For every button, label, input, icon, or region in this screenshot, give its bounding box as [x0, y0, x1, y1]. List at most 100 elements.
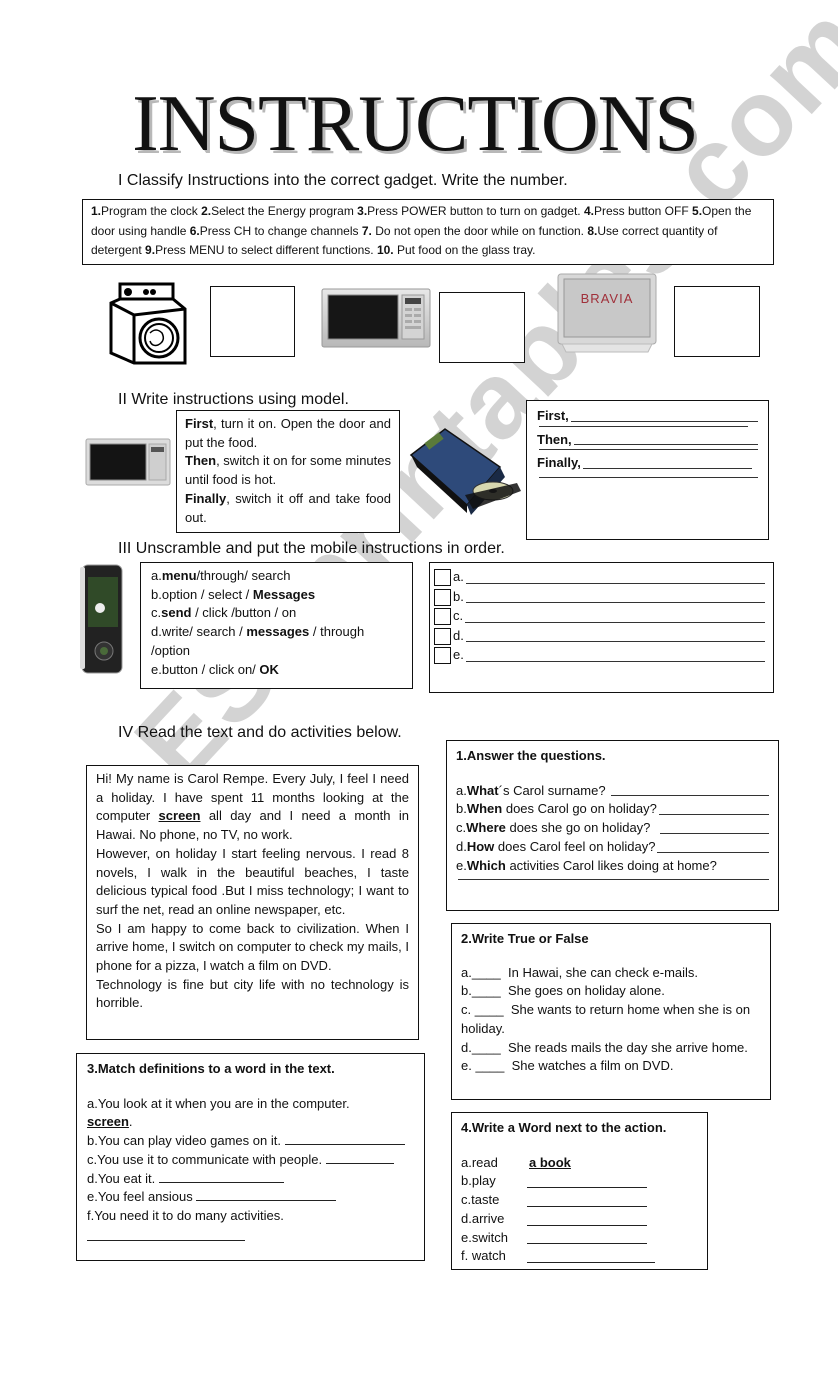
- activity3-example: a.You look at it when you are in the com…: [87, 1095, 350, 1111]
- activity4-example-row: a.read a book: [461, 1154, 698, 1173]
- action-row: f. watch: [461, 1247, 698, 1266]
- mobile-phone-image: [78, 563, 128, 677]
- answer-line[interactable]: [527, 1195, 647, 1207]
- reading-p2: However, on holiday I start feeling nerv…: [96, 845, 409, 917]
- answer-line[interactable]: [284, 1133, 405, 1146]
- instruction-text: Do not open the door while on function.: [371, 223, 588, 238]
- instruction-item: 4.Press button OFF: [584, 204, 689, 218]
- definition-f-answer-row: [87, 1228, 414, 1247]
- finally-label: Finally,: [537, 455, 581, 471]
- order-number-box[interactable]: [434, 588, 451, 606]
- finally-continuation-line[interactable]: [537, 477, 758, 482]
- microwave-image: [320, 285, 432, 350]
- television-image: BRAVIA: [556, 272, 658, 354]
- activity4-example-action: a.read: [461, 1154, 498, 1170]
- answer-line[interactable]: [659, 832, 769, 834]
- answer-line[interactable]: [527, 1214, 647, 1226]
- model-then-text: , switch it on for some minutes until fo…: [185, 453, 391, 488]
- first-label: First,: [537, 408, 569, 423]
- instruction-item: 1.Program the clock: [91, 204, 201, 218]
- action-row: b.play: [461, 1172, 698, 1191]
- section3-heading: III Unscramble and put the mobile instru…: [118, 540, 505, 557]
- order-number-box[interactable]: [434, 647, 451, 665]
- definition-text: c.You use it to communicate with people.: [87, 1151, 326, 1167]
- order-number-box[interactable]: [434, 608, 451, 626]
- activity3-box: 3.Match definitions to a word in the tex…: [76, 1053, 425, 1261]
- answer-line[interactable]: [465, 641, 765, 642]
- reading-keyword-screen: screen: [158, 808, 201, 824]
- activity1-title: 1.Answer the questions.: [456, 748, 606, 763]
- microwave-answer-box[interactable]: [439, 292, 525, 363]
- washing-machine-answer-box[interactable]: [210, 286, 295, 357]
- answer-line[interactable]: [465, 660, 765, 662]
- question-letter: b.: [456, 801, 467, 817]
- scrambled-instructions-box: a.menu/through/ search b.option / select …: [140, 562, 413, 689]
- action-label: e.switch: [461, 1229, 508, 1245]
- order-number-box[interactable]: [434, 627, 451, 645]
- question-word: What: [466, 782, 499, 798]
- activity1-answer-line-e[interactable]: [456, 879, 769, 884]
- instruction-text: Program the clock: [101, 204, 202, 218]
- word-fragment: button / click on/: [161, 661, 260, 677]
- true-false-blank[interactable]: ____: [472, 965, 501, 980]
- instructions-list: 1.Program the clock 2.Select the Energy …: [82, 199, 774, 265]
- answer-line[interactable]: [658, 814, 769, 816]
- bravia-logo: BRAVIA: [581, 291, 634, 306]
- instruction-item: 10. Put food on the glass tray.: [377, 243, 536, 257]
- instruction-item: 9.Press MENU to select different functio…: [145, 243, 377, 257]
- scrambled-item: a.menu/through/ search: [151, 567, 402, 586]
- definition-row: e.You feel ansious: [87, 1188, 414, 1207]
- keyword: messages: [246, 624, 310, 640]
- answer-line[interactable]: [87, 1229, 245, 1241]
- order-number-box[interactable]: [434, 569, 451, 587]
- instruction-number: 2.: [201, 204, 212, 218]
- question-letter: c.: [456, 820, 467, 836]
- definition-row: f.You need it to do many activities.: [87, 1207, 414, 1226]
- reading-p3: So I am happy to come back to civilizati…: [96, 920, 409, 974]
- answer-line[interactable]: [465, 582, 765, 584]
- action-row: e.switch: [461, 1229, 698, 1248]
- then-line[interactable]: Then,: [537, 431, 758, 450]
- true-false-blank[interactable]: ____: [475, 1002, 504, 1017]
- answer-line[interactable]: [527, 1251, 655, 1263]
- instruction-text: Select the Energy program: [211, 204, 358, 218]
- answer-line[interactable]: [611, 795, 769, 797]
- answer-line[interactable]: [527, 1176, 647, 1189]
- definition-text: b.You can play video games on it.: [87, 1133, 285, 1149]
- question-word: How: [466, 838, 495, 854]
- ordered-answer-row: d.: [434, 627, 765, 647]
- finally-line[interactable]: Finally,: [537, 454, 758, 473]
- answer-line[interactable]: [158, 1171, 284, 1183]
- definition-text: e.You feel ansious: [87, 1189, 197, 1205]
- true-false-blank[interactable]: ____: [475, 1058, 504, 1073]
- scrambled-letter: c.: [151, 605, 162, 621]
- washing-machine-image: [108, 281, 188, 365]
- action-label: d.arrive: [461, 1210, 505, 1226]
- instruction-item: 6.Press CH to change channels: [190, 224, 362, 238]
- instruction-text: Press POWER button to turn on gadget.: [367, 204, 584, 218]
- action-label: f. watch: [461, 1248, 506, 1264]
- model-then-word: Then: [185, 453, 217, 469]
- answer-line[interactable]: [196, 1189, 337, 1202]
- order-letter: c.: [453, 608, 464, 624]
- first-line[interactable]: First,: [537, 407, 758, 426]
- instruction-number: 1.: [91, 204, 102, 218]
- model-first-word: First: [185, 416, 214, 431]
- true-false-blank[interactable]: ____: [472, 1040, 501, 1055]
- ordered-answer-row: a.: [434, 568, 765, 588]
- scrambled-item: d.write/ search / messages / through /op…: [151, 623, 402, 660]
- answer-line[interactable]: [465, 602, 765, 603]
- answer-line[interactable]: [465, 621, 765, 623]
- action-row: d.arrive: [461, 1210, 698, 1229]
- order-letter: b.: [453, 588, 464, 604]
- answer-line[interactable]: [527, 1232, 647, 1245]
- true-false-blank[interactable]: ____: [472, 983, 501, 998]
- answer-line[interactable]: [657, 851, 769, 853]
- question-letter: e.: [456, 857, 467, 873]
- statement-text: She goes on holiday alone.: [500, 983, 665, 999]
- ordered-answer-row: b.: [434, 588, 765, 608]
- then-label: Then,: [537, 431, 572, 447]
- answer-line[interactable]: [325, 1152, 394, 1164]
- television-answer-box[interactable]: [674, 286, 760, 357]
- definition-row: c.You use it to communicate with people.: [87, 1151, 414, 1170]
